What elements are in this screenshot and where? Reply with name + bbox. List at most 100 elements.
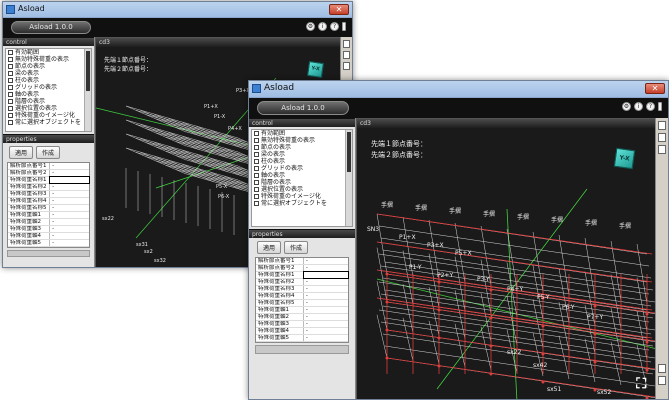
control-item[interactable]: 特殊荷重のイメージ化: [252, 193, 344, 200]
version-tab[interactable]: Asload 1.0.0: [11, 21, 91, 34]
property-value[interactable]: -: [50, 170, 89, 176]
title-bar[interactable]: Asload ✕: [249, 81, 668, 98]
checkbox[interactable]: [254, 187, 259, 192]
tool-icon-3[interactable]: [658, 145, 666, 154]
node-point[interactable]: [489, 344, 493, 348]
property-value[interactable]: -: [50, 198, 89, 204]
node-point[interactable]: [645, 312, 649, 316]
control-item[interactable]: 選択位置の表示: [252, 186, 344, 193]
property-value[interactable]: -: [304, 258, 348, 264]
node-point[interactable]: [437, 364, 441, 368]
fullscreen-icon[interactable]: ⛶: [636, 376, 646, 392]
property-value[interactable]: -: [304, 279, 348, 285]
control-item[interactable]: 無効特殊荷重の表示: [6, 56, 91, 63]
zoom-in-icon[interactable]: [658, 364, 666, 373]
tool-icon-2[interactable]: [658, 133, 666, 142]
checkbox[interactable]: [8, 71, 13, 76]
control-item[interactable]: 有効範囲: [252, 130, 344, 137]
tool-icon-1[interactable]: [658, 121, 666, 130]
create-button[interactable]: 作成: [36, 146, 61, 159]
property-value[interactable]: -: [50, 219, 89, 225]
close-button[interactable]: ✕: [329, 4, 349, 15]
checkbox[interactable]: [254, 159, 259, 164]
checkbox[interactable]: [254, 138, 259, 143]
property-value[interactable]: -: [50, 233, 89, 239]
node-point[interactable]: [645, 396, 649, 400]
zoom-out-icon[interactable]: [658, 376, 666, 385]
node-point[interactable]: [541, 352, 545, 356]
scrollbar-thumb[interactable]: [347, 132, 351, 172]
tool-icon-1[interactable]: [343, 40, 350, 48]
control-item[interactable]: 節点の表示: [252, 144, 344, 151]
control-item[interactable]: 有効範囲: [6, 49, 91, 56]
control-item[interactable]: 常に選択オブジェクトを: [6, 119, 91, 126]
checkbox[interactable]: [8, 106, 13, 111]
checkbox[interactable]: [8, 120, 13, 125]
help-icon[interactable]: ?: [330, 22, 339, 31]
property-value[interactable]: -: [50, 226, 89, 232]
control-item[interactable]: グリッドの表示: [252, 165, 344, 172]
checkbox[interactable]: [254, 145, 259, 150]
node-point[interactable]: [593, 360, 597, 364]
property-value[interactable]: -: [50, 212, 89, 218]
property-value[interactable]: -: [304, 293, 348, 299]
node-point[interactable]: [437, 308, 441, 312]
tool-icon-3[interactable]: [343, 62, 350, 70]
info-icon[interactable]: i: [318, 22, 327, 31]
control-item[interactable]: 梁の表示: [252, 151, 344, 158]
node-point[interactable]: [437, 280, 441, 284]
checkbox[interactable]: [8, 50, 13, 55]
property-value[interactable]: -: [304, 300, 348, 306]
viewport-3d[interactable]: cd3 先端１節点番号： 先端２節点番号： Y-X 手摺 手摺 手摺 手摺 手摺 手摺 手摺…: [356, 118, 657, 400]
checkbox[interactable]: [254, 166, 259, 171]
node-point[interactable]: [645, 340, 649, 344]
property-value[interactable]: -: [304, 335, 348, 341]
node-point[interactable]: [489, 316, 493, 320]
version-tab[interactable]: Asload 1.0.0: [257, 101, 349, 115]
control-item[interactable]: 柱の表示: [252, 158, 344, 165]
checkbox[interactable]: [254, 180, 259, 185]
checkbox[interactable]: [254, 131, 259, 136]
checkbox[interactable]: [254, 173, 259, 178]
node-point[interactable]: [541, 324, 545, 328]
apply-button[interactable]: 適用: [9, 146, 34, 159]
node-point[interactable]: [593, 304, 597, 308]
checkbox[interactable]: [8, 99, 13, 104]
checkbox[interactable]: [8, 57, 13, 62]
property-value[interactable]: -: [304, 307, 348, 313]
info-icon[interactable]: i: [634, 102, 643, 111]
menu-icon[interactable]: [658, 102, 662, 111]
control-item[interactable]: 梁の表示: [6, 70, 91, 77]
close-button[interactable]: ✕: [645, 83, 665, 94]
property-value[interactable]: -: [304, 328, 348, 334]
node-point[interactable]: [645, 368, 649, 372]
checkbox[interactable]: [254, 201, 259, 206]
property-value[interactable]: -: [50, 240, 89, 246]
property-value[interactable]: -: [50, 184, 89, 190]
property-value[interactable]: -: [304, 265, 348, 271]
menu-icon[interactable]: [342, 22, 346, 31]
create-button[interactable]: 作成: [284, 241, 309, 254]
checkbox[interactable]: [254, 194, 259, 199]
control-item[interactable]: 柱の表示: [6, 77, 91, 84]
property-value[interactable]: -: [304, 286, 348, 292]
title-bar[interactable]: Asload ✕: [3, 2, 352, 18]
control-item[interactable]: 無効特殊荷重の表示: [252, 137, 344, 144]
control-item[interactable]: 常に選択オブジェクトを: [252, 200, 344, 207]
help-icon[interactable]: ?: [646, 102, 655, 111]
apply-button[interactable]: 適用: [257, 241, 282, 254]
property-value[interactable]: -: [50, 191, 89, 197]
checkbox[interactable]: [8, 113, 13, 118]
control-item[interactable]: 節点の表示: [6, 63, 91, 70]
checkbox[interactable]: [8, 78, 13, 83]
node-point[interactable]: [385, 300, 389, 304]
node-point[interactable]: [541, 380, 545, 384]
checkbox[interactable]: [8, 64, 13, 69]
property-value[interactable]: -: [50, 163, 89, 169]
node-point[interactable]: [385, 328, 389, 332]
node-point[interactable]: [593, 332, 597, 336]
scrollbar[interactable]: [84, 49, 91, 131]
checkbox[interactable]: [254, 152, 259, 157]
property-value[interactable]: -: [304, 321, 348, 327]
control-item[interactable]: 階層の表示: [252, 179, 344, 186]
